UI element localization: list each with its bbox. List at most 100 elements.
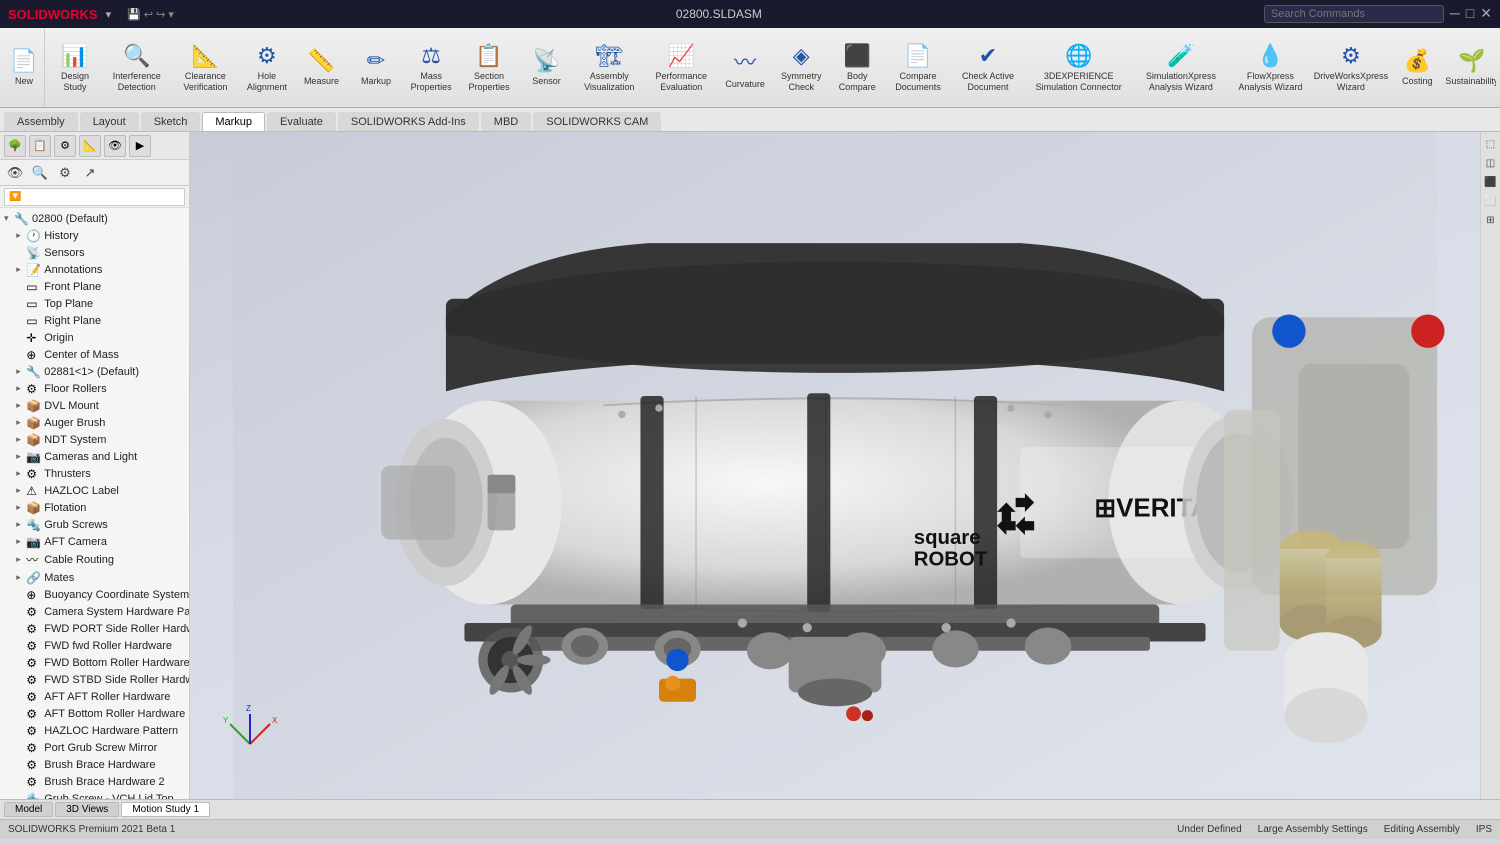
ribbon-btn-5[interactable]: ✏Markup bbox=[352, 44, 400, 91]
tree-item-26[interactable]: ⚙FWD STBD Side Roller Hardware bbox=[0, 671, 189, 688]
tree-item-1[interactable]: 📡Sensors bbox=[0, 244, 189, 261]
tree-item-15[interactable]: ▸⚠HAZLOC Label bbox=[0, 482, 189, 499]
tree-item-17[interactable]: ▸🔩Grub Screws bbox=[0, 516, 189, 533]
ribbon-btn-15[interactable]: ✔Check Active Document bbox=[955, 39, 1021, 97]
ribbon-btn-9[interactable]: 🏗Assembly Visualization bbox=[577, 39, 641, 97]
tab-mbd[interactable]: MBD bbox=[481, 112, 531, 131]
rp-btn-3[interactable]: ⬛ bbox=[1483, 174, 1499, 190]
ribbon-icon-9: 🏗 bbox=[595, 43, 623, 69]
tree-item-9[interactable]: ▸⚙Floor Rollers bbox=[0, 380, 189, 397]
filter-bar bbox=[0, 186, 189, 208]
tree-item-3[interactable]: ▭Front Plane bbox=[0, 278, 189, 295]
ribbon-btn-17[interactable]: 🧪SimulationXpress Analysis Wizard bbox=[1136, 39, 1225, 97]
tree-filter-input[interactable] bbox=[4, 188, 185, 206]
tree-item-5[interactable]: ▭Right Plane bbox=[0, 312, 189, 329]
search-input[interactable] bbox=[1264, 5, 1444, 23]
ribbon-btn-2[interactable]: 📐Clearance Verification bbox=[175, 39, 237, 97]
status-right: Under Defined Large Assembly Settings Ed… bbox=[1177, 824, 1492, 835]
ribbon-btn-21[interactable]: 🌱Sustainability bbox=[1448, 44, 1496, 91]
select-btn[interactable]: ↗ bbox=[79, 162, 101, 184]
tab-evaluate[interactable]: Evaluate bbox=[267, 112, 336, 131]
panel-fwd-btn[interactable]: ▶ bbox=[129, 135, 151, 157]
tab-solidworks-add-ins[interactable]: SOLIDWORKS Add-Ins bbox=[338, 112, 479, 131]
hide-bodies-btn[interactable]: 👁 bbox=[4, 162, 26, 184]
ribbon-btn-13[interactable]: ⬛Body Compare bbox=[833, 39, 881, 97]
tree-item-20[interactable]: ▸🔗Mates bbox=[0, 569, 189, 586]
tab-sketch[interactable]: Sketch bbox=[141, 112, 201, 131]
tab-markup[interactable]: Markup bbox=[202, 112, 265, 131]
bottom-tab-model[interactable]: Model bbox=[4, 802, 53, 817]
filter-btn[interactable]: ⚙ bbox=[54, 162, 76, 184]
tree-item-18[interactable]: ▸📷AFT Camera bbox=[0, 533, 189, 550]
tree-item-24[interactable]: ⚙FWD fwd Roller Hardware bbox=[0, 637, 189, 654]
ribbon-btn-0[interactable]: 📊Design Study bbox=[51, 39, 99, 97]
tree-item-19[interactable]: ▸〰Cable Routing bbox=[0, 550, 189, 569]
close-btn[interactable]: ✕ bbox=[1480, 5, 1492, 23]
ribbon-btn-18[interactable]: 💧FlowXpress Analysis Wizard bbox=[1232, 39, 1308, 97]
tree-item-21[interactable]: ⊕Buoyancy Coordinate System +X bbox=[0, 586, 189, 603]
tree-item-31[interactable]: ⚙Brush Brace Hardware bbox=[0, 756, 189, 773]
tree-icon-10: 📦 bbox=[26, 399, 42, 413]
ribbon-btn-4[interactable]: 📏Measure bbox=[297, 44, 345, 91]
tree-item-32[interactable]: ⚙Brush Brace Hardware 2 bbox=[0, 773, 189, 790]
minimize-btn[interactable]: ─ bbox=[1450, 5, 1460, 23]
tree-label-29: HAZLOC Hardware Pattern bbox=[44, 725, 178, 737]
ribbon-btn-20[interactable]: 💰Costing bbox=[1393, 44, 1441, 91]
ribbon-btn-12[interactable]: ◈Symmetry Check bbox=[776, 39, 827, 97]
tree-label-18: AFT Camera bbox=[44, 536, 107, 548]
ribbon-btn-19[interactable]: ⚙DriveWorksXpress Wizard bbox=[1315, 39, 1387, 97]
tree-item-22[interactable]: ⚙Camera System Hardware Pattern bbox=[0, 603, 189, 620]
tree-arrow-14: ▸ bbox=[16, 468, 26, 479]
rp-btn-2[interactable]: ◫ bbox=[1483, 155, 1499, 171]
ribbon-btn-6[interactable]: ⚖Mass Properties bbox=[407, 39, 456, 97]
tree-root[interactable]: ▾ 🔧 02800 (Default) bbox=[0, 210, 189, 227]
config-mgr-btn[interactable]: ⚙ bbox=[54, 135, 76, 157]
tree-item-16[interactable]: ▸📦Flotation bbox=[0, 499, 189, 516]
tree-item-28[interactable]: ⚙AFT Bottom Roller Hardware HD bbox=[0, 705, 189, 722]
ribbon-btn-14[interactable]: 📄Compare Documents bbox=[888, 39, 948, 97]
rp-btn-1[interactable]: ⬚ bbox=[1483, 136, 1499, 152]
tab-assembly[interactable]: Assembly bbox=[4, 112, 78, 131]
tree-item-12[interactable]: ▸📦NDT System bbox=[0, 431, 189, 448]
tree-item-29[interactable]: ⚙HAZLOC Hardware Pattern bbox=[0, 722, 189, 739]
tree-item-25[interactable]: ⚙FWD Bottom Roller Hardware bbox=[0, 654, 189, 671]
display-mgr-btn[interactable]: 👁 bbox=[104, 135, 126, 157]
ribbon-btn-3[interactable]: ⚙Hole Alignment bbox=[243, 39, 291, 97]
zoom-btn[interactable]: 🔍 bbox=[29, 162, 51, 184]
dim-xpert-btn[interactable]: 📐 bbox=[79, 135, 101, 157]
ribbon-btn-7[interactable]: 📋Section Properties bbox=[462, 39, 516, 97]
tree-item-14[interactable]: ▸⚙Thrusters bbox=[0, 465, 189, 482]
tree-item-13[interactable]: ▸📷Cameras and Light bbox=[0, 448, 189, 465]
menu-arrow[interactable]: ▾ bbox=[106, 8, 112, 21]
tab-solidworks-cam[interactable]: SOLIDWORKS CAM bbox=[533, 112, 661, 131]
tree-item-33[interactable]: 🔩Grub Screw - VCH Lid Top bbox=[0, 790, 189, 799]
tree-item-23[interactable]: ⚙FWD PORT Side Roller Hardware bbox=[0, 620, 189, 637]
tree-item-10[interactable]: ▸📦DVL Mount bbox=[0, 397, 189, 414]
maximize-btn[interactable]: □ bbox=[1466, 5, 1474, 23]
ribbon-btn-10[interactable]: 📈Performance Evaluation bbox=[648, 39, 715, 97]
tree-item-0[interactable]: ▸🕐History bbox=[0, 227, 189, 244]
new-btn[interactable]: 📄 New bbox=[6, 46, 42, 89]
ribbon-btn-1[interactable]: 🔍Interference Detection bbox=[106, 39, 168, 97]
tree-item-30[interactable]: ⚙Port Grub Screw Mirror bbox=[0, 739, 189, 756]
tree-item-8[interactable]: ▸🔧02881<1> (Default) bbox=[0, 363, 189, 380]
rp-btn-5[interactable]: ⊞ bbox=[1483, 212, 1499, 228]
tree-item-2[interactable]: ▸📝Annotations bbox=[0, 261, 189, 278]
ribbon-btn-16[interactable]: 🌐3DEXPERIENCE Simulation Connector bbox=[1028, 39, 1130, 97]
viewport[interactable]: 🔍 ⊡ ⊞ ✋ ↻ ⧈ ⬚ ◑ 👁 🎨 ⚙ bbox=[190, 132, 1480, 799]
bottom-tab-motion-study-1[interactable]: Motion Study 1 bbox=[121, 802, 210, 817]
tree-item-4[interactable]: ▭Top Plane bbox=[0, 295, 189, 312]
bottom-tab-3d-views[interactable]: 3D Views bbox=[55, 802, 119, 817]
tree-label-15: HAZLOC Label bbox=[44, 485, 119, 497]
rp-btn-4[interactable]: ⬜ bbox=[1483, 193, 1499, 209]
tree-item-7[interactable]: ⊕Center of Mass bbox=[0, 346, 189, 363]
ribbon-btn-11[interactable]: 〰Curvature bbox=[721, 41, 769, 94]
tree-item-6[interactable]: ✛Origin bbox=[0, 329, 189, 346]
tree-icon-18: 📷 bbox=[26, 535, 42, 549]
feature-mgr-btn[interactable]: 🌳 bbox=[4, 135, 26, 157]
tab-layout[interactable]: Layout bbox=[80, 112, 139, 131]
ribbon-btn-8[interactable]: 📡Sensor bbox=[523, 44, 571, 91]
tree-item-27[interactable]: ⚙AFT AFT Roller Hardware bbox=[0, 688, 189, 705]
tree-item-11[interactable]: ▸📦Auger Brush bbox=[0, 414, 189, 431]
property-mgr-btn[interactable]: 📋 bbox=[29, 135, 51, 157]
